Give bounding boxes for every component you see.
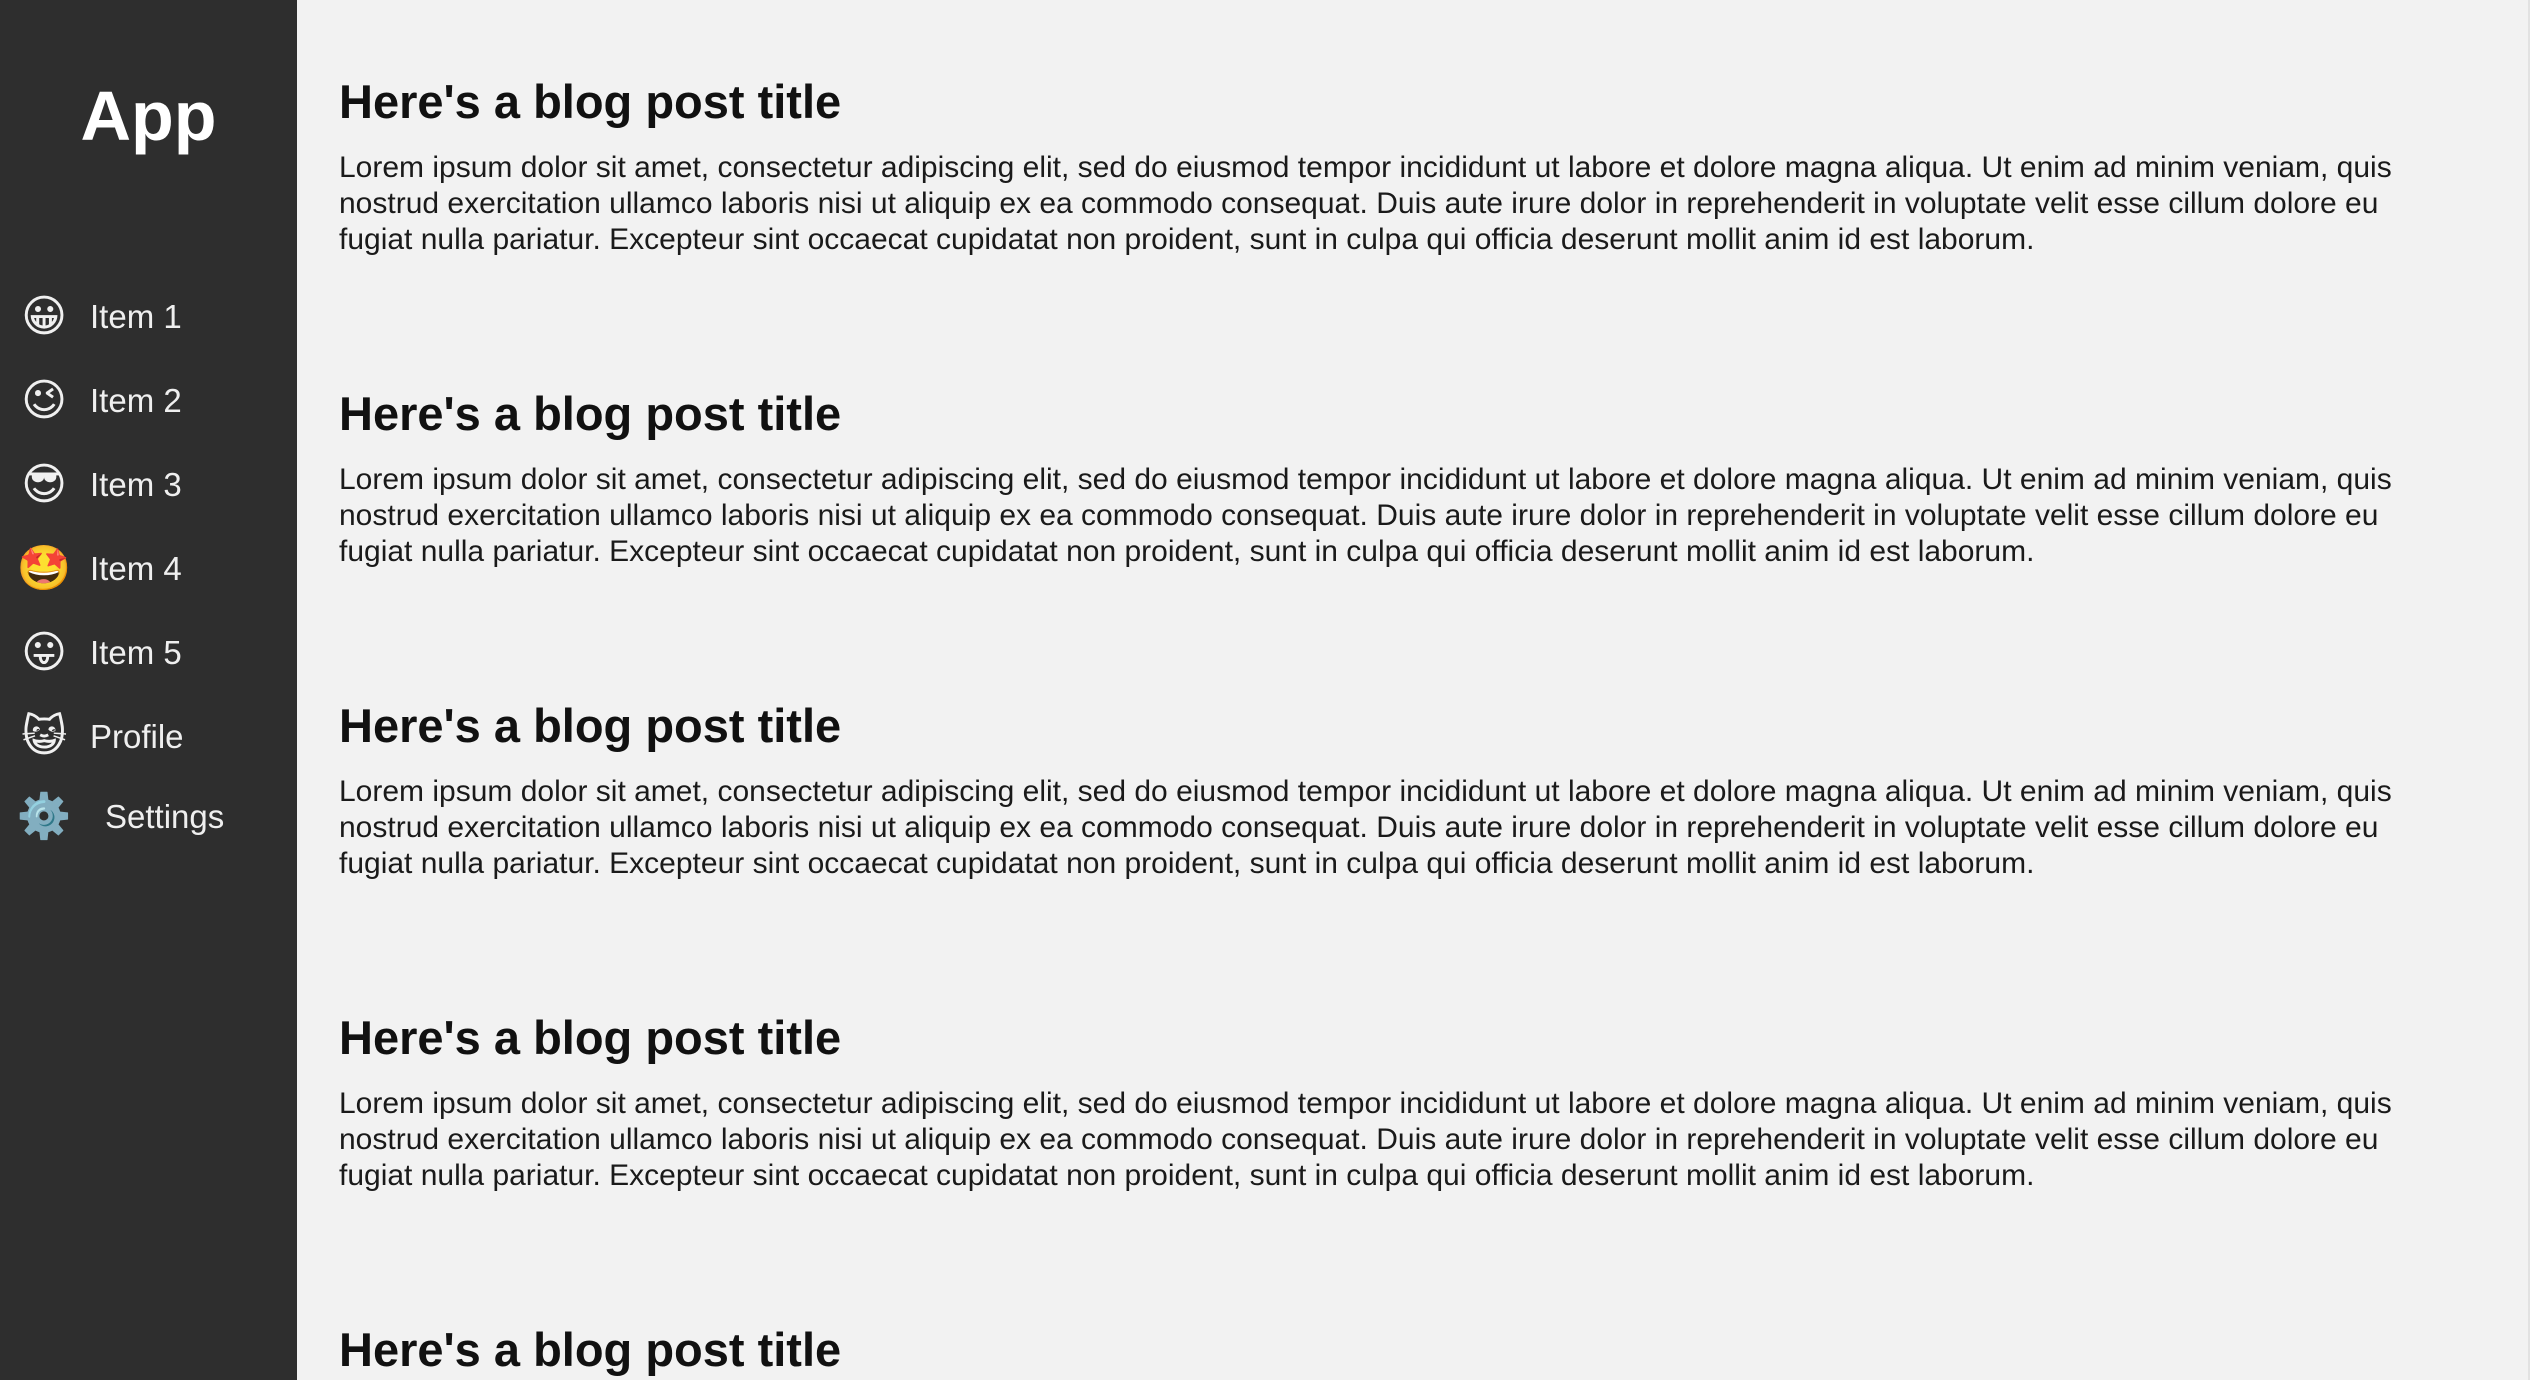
post-title: Here's a blog post title — [339, 387, 842, 440]
sidebar-item-2[interactable]: 😉 Item 2 — [18, 369, 182, 433]
post-title: Here's a blog post title — [339, 1323, 842, 1376]
sidebar-item-label: Profile — [90, 718, 184, 755]
sidebar-item-5[interactable]: 😛 Item 5 — [18, 621, 182, 685]
sidebar-item-label: Item 3 — [90, 466, 182, 503]
blog-post: Here's a blog post title Lorem ipsum dol… — [339, 384, 2439, 570]
winking-face-icon: 😉 — [21, 376, 67, 425]
post-title: Here's a blog post title — [339, 1011, 842, 1064]
sidebar-item-label: Item 2 — [90, 382, 182, 419]
sidebar-item-settings[interactable]: ⚙️ Settings — [16, 785, 225, 849]
post-body: Lorem ipsum dolor sit amet, consectetur … — [339, 463, 2392, 568]
post-title: Here's a blog post title — [339, 699, 842, 752]
star-struck-face-icon: 🤩 — [16, 544, 72, 593]
blog-post: Here's a blog post title Lorem ipsum dol… — [339, 696, 2439, 882]
main-content: Here's a blog post title Lorem ipsum dol… — [339, 0, 2439, 1380]
cat-face-icon: 😺 — [21, 712, 67, 761]
gear-icon: ⚙️ — [16, 792, 72, 841]
post-body: Lorem ipsum dolor sit amet, consectetur … — [339, 151, 2392, 256]
sidebar-item-4[interactable]: 🤩 Item 4 — [16, 537, 182, 601]
app-title: App — [80, 77, 217, 155]
blog-post: Here's a blog post title — [339, 1320, 2439, 1380]
sidebar-item-label: Settings — [105, 798, 225, 835]
sidebar-item-3[interactable]: 😎 Item 3 — [18, 453, 182, 517]
post-title: Here's a blog post title — [339, 75, 842, 128]
blog-post: Here's a blog post title Lorem ipsum dol… — [339, 1008, 2439, 1194]
post-body: Lorem ipsum dolor sit amet, consectetur … — [339, 1087, 2392, 1192]
blog-post: Here's a blog post title Lorem ipsum dol… — [339, 72, 2439, 258]
sidebar-item-label: Item 1 — [90, 298, 182, 335]
tongue-out-face-icon: 😛 — [21, 628, 67, 677]
sidebar-item-profile[interactable]: 😺 Profile — [18, 705, 184, 769]
sidebar-item-1[interactable]: 😀 Item 1 — [18, 285, 182, 349]
sidebar: App 😀 Item 1 😉 Item 2 😎 Item 3 🤩 Item 4 … — [0, 0, 297, 1380]
sunglasses-face-icon: 😎 — [21, 460, 67, 509]
grinning-face-icon: 😀 — [21, 292, 67, 341]
sidebar-item-label: Item 5 — [90, 634, 182, 671]
sidebar-item-label: Item 4 — [90, 550, 182, 587]
post-body: Lorem ipsum dolor sit amet, consectetur … — [339, 775, 2392, 880]
